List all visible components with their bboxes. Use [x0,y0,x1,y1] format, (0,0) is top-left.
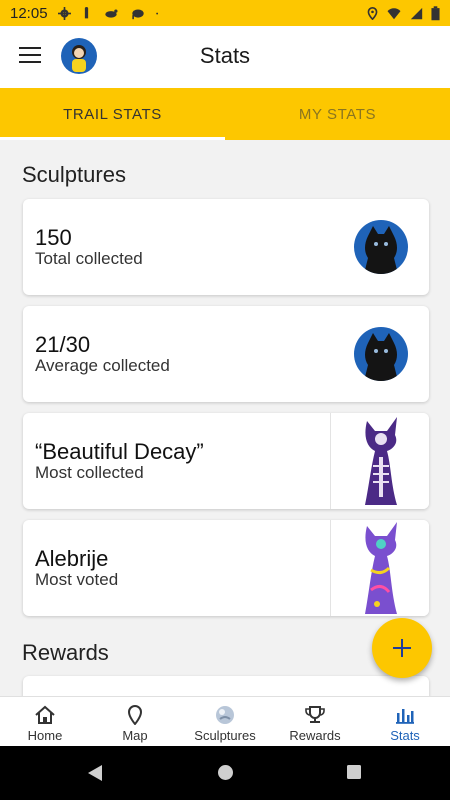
add-button[interactable] [372,618,432,678]
status-time: 12:05 [10,4,48,22]
plus-icon [393,639,411,657]
nav-map[interactable]: Map [90,697,180,746]
nav-rewards[interactable]: Rewards [270,697,360,746]
avatar[interactable] [61,38,97,74]
settings-gear-icon [57,6,71,20]
map-pin-icon [127,705,143,725]
stat-value: Alebrije [35,546,109,571]
nav-home[interactable]: Home [0,697,90,746]
bar-chart-icon [396,709,414,724]
stat-value: 150 [35,225,72,250]
stats-content[interactable]: Sculptures 150 Total collected 21/30 Ave… [0,140,450,696]
tab-trail-stats[interactable]: TRAIL STATS [0,88,225,140]
nav-sculptures[interactable]: Sculptures [180,697,270,746]
stat-card-most-voted[interactable]: Alebrije Most voted [23,520,429,616]
skeleton-cat-sculpture-icon [330,413,429,509]
stat-label: Most voted [35,570,119,589]
system-navigation-bar [0,746,450,800]
more-dot-icon [155,12,158,14]
black-cat-icon [354,327,408,381]
back-icon[interactable] [86,764,104,782]
alebrije-cat-sculpture-icon [330,520,429,616]
rewards-section-title: Rewards [22,640,109,665]
bottom-navigation: Home Map Sculptures Rewards Stats [0,696,450,746]
sculpture-globe-icon [216,706,234,724]
black-cat-icon [354,220,408,274]
notification-elephant-icon [131,8,144,19]
menu-bar-line [19,54,41,56]
recents-icon[interactable] [346,764,362,780]
nav-label: Home [27,728,63,743]
nav-label: Stats [390,728,420,743]
sculptures-section-title: Sculptures [22,162,126,187]
stat-label: Total collected [35,249,143,268]
menu-bar-line [19,47,41,49]
notification-figure-icon [84,6,88,18]
stat-card-average-collected[interactable]: 21/30 Average collected [23,306,429,402]
notification-animal-icon [104,8,118,18]
stat-value: 21/30 [35,332,91,357]
stat-label: Average collected [35,356,170,375]
stat-value: “Beautiful Decay” [35,439,204,464]
nav-label: Map [122,728,148,743]
stat-label: Most collected [35,463,144,482]
location-icon [367,6,378,20]
stat-card-most-collected[interactable]: “Beautiful Decay” Most collected [23,413,429,509]
menu-bar-line [19,61,41,63]
home-circle-icon[interactable] [217,764,234,781]
stats-tabs: TRAIL STATS MY STATS [0,88,450,140]
avatar-character-icon [72,45,86,72]
trophy-icon [305,706,325,723]
stat-card-total-collected[interactable]: 150 Total collected [23,199,429,295]
app-bar: Stats [0,26,450,88]
tab-my-stats[interactable]: MY STATS [225,88,450,140]
battery-icon [431,5,440,20]
home-icon [35,705,55,724]
reward-card[interactable] [23,676,429,696]
status-bar: 12:05 [0,0,450,26]
nav-label: Rewards [289,728,341,743]
menu-button[interactable] [19,47,41,65]
nav-stats[interactable]: Stats [360,697,450,746]
nav-label: Sculptures [194,728,256,743]
wifi-icon [387,7,401,19]
signal-icon [410,7,423,19]
